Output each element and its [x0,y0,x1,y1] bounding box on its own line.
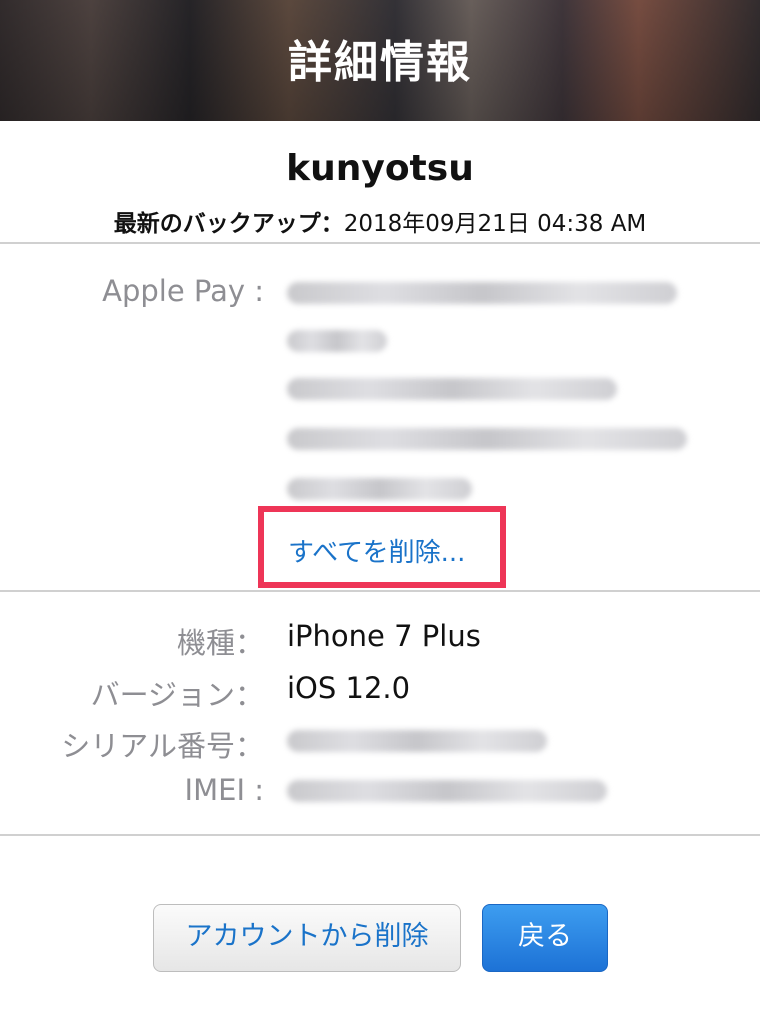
imei-label: IMEI : [184,773,264,807]
apple-pay-label: Apple Pay : [102,274,264,308]
apple-pay-card-redacted [287,282,677,304]
account-name: kunyotsu [286,148,474,189]
apple-pay-card-redacted [287,428,687,450]
backup-info: 最新のバックアップ：2018年09月21日 04:38 AM [0,204,760,238]
model-value: iPhone 7 Plus [287,619,481,653]
backup-value: 2018年09月21日 04:38 AM [343,211,647,237]
divider-top [0,242,760,244]
version-value: iOS 12.0 [287,671,411,705]
apple-pay-card-redacted [287,330,387,352]
back-button[interactable]: 戻る [482,904,608,972]
imei-value-redacted [287,780,607,802]
serial-value-redacted [287,730,547,752]
dialog-title: 詳細情報 [288,37,472,88]
divider-bottom [0,834,760,836]
serial-label: シリアル番号： [61,729,264,763]
model-label: 機種： [176,626,264,660]
dialog-header: 詳細情報 [0,0,760,121]
delete-all-highlight: すべてを削除... [258,506,506,588]
apple-pay-card-redacted [287,378,617,400]
backup-label: 最新のバックアップ： [113,211,344,237]
apple-pay-card-redacted [287,478,472,500]
divider-middle [0,590,760,592]
remove-from-account-button[interactable]: アカウントから削除 [153,904,461,972]
version-label: バージョン： [90,678,264,712]
delete-all-link[interactable]: すべてを削除... [288,532,465,569]
